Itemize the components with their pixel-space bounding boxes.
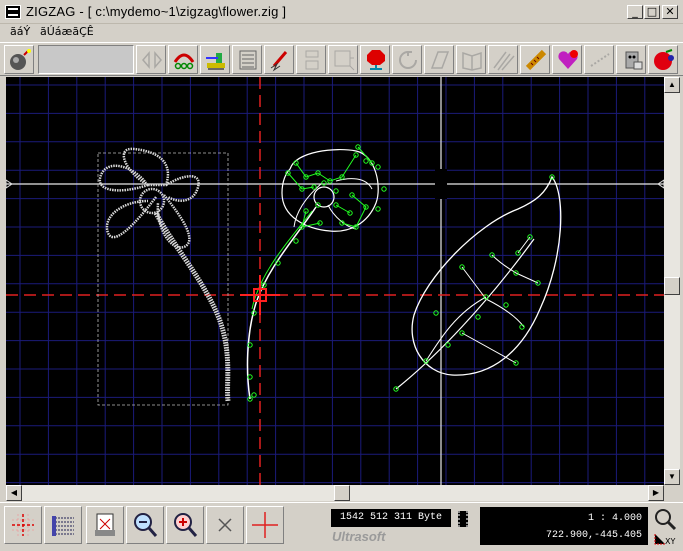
shape-button[interactable] [424,45,454,74]
sewing-machine-button[interactable] [200,45,230,74]
dots-button[interactable] [584,45,614,74]
control-point[interactable] [503,302,509,308]
ruler-icon [525,49,547,71]
bomb-button[interactable] [4,45,34,74]
control-point[interactable] [515,250,521,256]
app-icon[interactable] [5,5,21,19]
control-point[interactable] [433,310,439,316]
close-x-icon [218,518,232,532]
book-icon [462,51,482,71]
delete-button[interactable] [206,506,244,544]
main-toolbar [0,42,683,76]
frame-button[interactable] [328,45,358,74]
text-lines-button[interactable] [232,45,262,74]
flip-icon [142,50,162,70]
control-point[interactable] [333,202,339,208]
control-point[interactable] [333,188,339,194]
flower-stitch-left[interactable] [97,147,231,406]
coordinate-panel: 1 : 4.000 722.900,-445.405 [480,507,648,545]
frame-icon [334,50,355,71]
scroll-left-button[interactable]: ◀ [6,485,22,501]
canvas-grid [6,77,664,485]
memory-chip-icon [458,511,468,527]
cursor-coordinates: 722.900,-445.405 [545,530,642,541]
control-point[interactable] [363,158,369,164]
control-point[interactable] [475,314,481,320]
cursor-crosshair [240,275,280,315]
spool-button[interactable] [296,45,326,74]
flower-control-points [247,144,387,402]
shape-icon [430,51,450,69]
horizontal-scroll-thumb[interactable] [334,485,350,501]
toolbar-empty-slot [38,45,134,74]
stripes-button[interactable] [488,45,518,74]
control-point[interactable] [251,392,257,398]
horizontal-scrollbar[interactable]: ◀ ▶ [6,485,664,501]
stitch-list-icon [52,516,74,536]
robot-button[interactable] [616,45,646,74]
spool-icon [305,50,319,70]
minimize-button[interactable]: _ [627,5,643,19]
scroll-down-button[interactable]: ▼ [664,469,680,485]
flower-outline-selected[interactable] [246,144,387,402]
rotate-icon [399,51,417,69]
chain-icon [173,53,195,70]
grid-toggle-button[interactable] [4,506,42,544]
window-title: ZIGZAG - [ c:\mydemo~1\zigzag\flower.zig… [26,4,287,19]
grid-cross-icon [12,514,34,536]
zoom-in-button[interactable] [166,506,204,544]
book-button[interactable] [456,45,486,74]
text-lines-icon [239,50,257,70]
stitch-list-button[interactable] [44,506,82,544]
stripes-icon [493,51,515,71]
stop-icon [367,50,385,70]
bomb-icon [10,49,31,70]
brand-label: Ultrasoft [332,529,386,544]
leaf-outline[interactable] [393,174,562,392]
heart-button[interactable] [552,45,582,74]
heart-icon [558,50,578,69]
maximize-button[interactable]: □ [644,5,660,19]
pen-button[interactable] [264,45,294,74]
svg-text:XY: XY [665,537,675,546]
apple-button[interactable] [648,45,678,74]
pen-icon [270,51,288,72]
menu-bar: ãáÝ ãÚáæãÇÊ [0,24,683,42]
control-point[interactable] [381,186,387,192]
control-point[interactable] [375,164,381,170]
rotate-button[interactable] [392,45,422,74]
control-point[interactable] [375,206,381,212]
scroll-right-button[interactable]: ▶ [648,485,664,501]
zoom-out-icon [134,513,158,537]
vertical-scroll-thumb[interactable] [664,277,680,295]
zoom-in-icon [174,513,198,537]
crosshair-icon [252,512,278,538]
scale-readout: 1 : 4.000 [587,513,642,524]
menu-file[interactable]: ãáÝ [10,25,30,38]
magnifier-xy-icon: XY [654,509,677,546]
robot-icon [625,51,643,70]
chain-button[interactable] [168,45,198,74]
close-button[interactable]: ✕ [662,5,678,19]
design-drawing [6,77,664,485]
design-canvas[interactable] [6,77,664,485]
vertical-scrollbar[interactable]: ▲ ▼ [664,77,680,485]
stop-button[interactable] [360,45,390,74]
apple-icon [654,49,674,70]
scroll-up-button[interactable]: ▲ [664,77,680,93]
menu-tools[interactable]: ãÚáæãÇÊ [40,25,94,38]
print-preview-button[interactable] [86,506,124,544]
zoom-out-button[interactable] [126,506,164,544]
ruler-button[interactable] [520,45,550,74]
sewing-machine-icon [206,53,225,70]
bottom-toolbar: 1542 512 311 Byte Ultrasoft 1 : 4.000 72… [0,502,683,548]
print-preview-icon [95,513,115,536]
flip-button[interactable] [136,45,166,74]
zoom-xy-button[interactable]: XY [651,506,679,546]
file-size-display: 1542 512 311 Byte [331,509,451,527]
dots-icon [590,53,610,67]
title-bar: ZIGZAG - [ c:\mydemo~1\zigzag\flower.zig… [0,0,683,24]
crosshair-button[interactable] [246,506,284,544]
control-point[interactable] [293,238,299,244]
